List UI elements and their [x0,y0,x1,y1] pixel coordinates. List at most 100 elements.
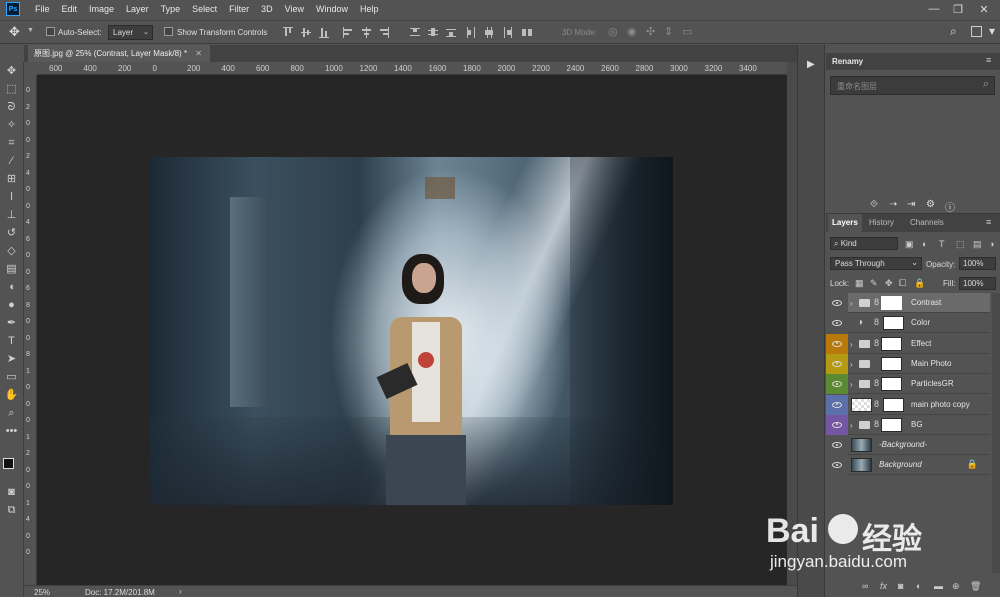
document-tab[interactable]: 原图.jpg @ 25% (Contrast, Layer Mask/8) * … [28,45,210,62]
close-tab-icon[interactable]: ✕ [195,49,202,58]
align-vcenter-icon[interactable] [301,27,311,38]
gradient-tool-icon[interactable]: ▤ [4,263,19,276]
menu-window[interactable]: Window [310,4,354,14]
filter-pixel-icon[interactable]: ▣ [905,239,914,250]
play-icon[interactable]: ▶ [807,59,815,70]
3d-orbit-icon[interactable]: ◎ [608,25,618,38]
align-hcenter-icon[interactable] [361,27,371,38]
layer-mask-thumbnail[interactable] [883,397,904,412]
close-button[interactable]: ✕ [972,0,996,18]
rename-input[interactable]: 重命名图层 ⌕ [830,76,995,95]
trash-icon[interactable]: 🗑 [970,581,981,592]
history-brush-icon[interactable]: ↺ [4,227,19,240]
menu-help[interactable]: Help [354,4,385,14]
layer-thumbnail[interactable] [851,438,872,453]
zoom-tool-icon[interactable]: ⌕ [4,407,19,420]
menu-file[interactable]: File [29,4,56,14]
distribute-bottom-icon[interactable] [446,27,456,38]
crop-tool-icon[interactable]: ⌗ [4,137,19,150]
visibility-eye-icon[interactable] [826,353,848,374]
marquee-tool-icon[interactable]: ⬚ [4,83,19,96]
arrow-in-icon[interactable]: ⇥ [907,199,915,210]
expand-arrow-icon[interactable]: › [850,360,853,369]
fill-input[interactable]: 100% [959,277,996,290]
layer-row[interactable]: › 8 Contrast [826,293,990,313]
magic-wand-icon[interactable]: ✧ [4,119,19,132]
visibility-eye-icon[interactable] [826,394,848,415]
lock-transparent-icon[interactable]: ▦ [855,278,864,289]
restore-button[interactable]: ❐ [946,0,970,18]
filter-toggle-icon[interactable]: ◑ [989,239,994,249]
eraser-icon[interactable]: ◇ [4,245,19,258]
lasso-tool-icon[interactable]: ᘐ [4,101,19,114]
layer-mask-thumbnail[interactable] [881,296,902,310]
menu-select[interactable]: Select [186,4,223,14]
rectangle-tool-icon[interactable]: ▭ [4,371,19,384]
canvas-area[interactable] [37,75,797,585]
search-icon[interactable]: ⌕ [950,24,957,39]
filter-smart-icon[interactable]: ▤ [973,239,982,250]
menu-edit[interactable]: Edit [56,4,84,14]
visibility-eye-icon[interactable] [826,333,848,354]
layer-row[interactable]: Background 🔒 [826,455,990,476]
3d-slide-icon[interactable]: ⇕ [664,25,673,38]
tab-layers[interactable]: Layers [828,214,862,232]
3d-roll-icon[interactable]: ◉ [627,25,637,38]
vertical-scrollbar[interactable] [787,62,797,585]
expand-arrow-icon[interactable]: › [850,421,853,430]
filter-type-icon[interactable]: T [939,239,945,249]
layer-mask-thumbnail[interactable] [881,336,902,351]
distribute-right-icon[interactable] [502,27,512,38]
tab-history[interactable]: History [865,214,898,232]
layer-mask-thumbnail[interactable] [883,316,904,331]
align-top-icon[interactable] [283,27,293,38]
panel-menu-icon[interactable]: ≡ [986,217,991,227]
gear-icon[interactable]: ⚙ [926,199,935,210]
tab-channels[interactable]: Channels [906,214,948,232]
more-tools-icon[interactable]: ••• [4,425,19,438]
layer-row[interactable]: 8 main photo copy [826,394,990,415]
visibility-eye-icon[interactable] [826,455,848,476]
distribute-vcenter-icon[interactable] [428,27,438,38]
expand-arrow-icon[interactable]: › [850,299,853,308]
menu-filter[interactable]: Filter [223,4,255,14]
opacity-input[interactable]: 100% [959,257,996,270]
auto-align-icon[interactable] [522,27,532,38]
layer-row[interactable]: -Background- [826,435,990,456]
visibility-eye-icon[interactable] [826,293,848,313]
panel-menu-icon[interactable]: ≡ [986,55,991,65]
layer-row[interactable]: › Main Photo [826,353,990,374]
kind-filter-dropdown[interactable]: ⌕ Kind [830,237,898,250]
pen-tool-icon[interactable]: ✒ [4,317,19,330]
brush-tool-icon[interactable]: ǀ [4,191,19,204]
zoom-level[interactable]: 25% [34,588,50,597]
auto-select-dropdown[interactable]: Layer ⌄ [108,25,153,40]
blend-mode-dropdown[interactable]: Pass Through ⌄ [830,257,922,270]
layer-thumbnail[interactable] [851,397,872,412]
move-tool-icon[interactable]: ✥ [4,65,19,78]
screen-mode-icon[interactable]: ⧉ [4,504,19,517]
clone-stamp-icon[interactable]: ⊥ [4,209,19,222]
path-select-icon[interactable]: ➤ [4,353,19,366]
menu-3d[interactable]: 3D [255,4,279,14]
chevron-right-icon[interactable]: › [179,587,182,596]
share-icon[interactable]: ▾ [989,24,995,38]
lock-all-icon[interactable]: 🔒 [914,278,925,289]
3d-pan-icon[interactable]: ✣ [646,25,655,38]
layer-mask-thumbnail[interactable] [881,417,902,432]
menu-type[interactable]: Type [155,4,187,14]
visibility-eye-icon[interactable] [826,374,848,395]
layer-row[interactable]: ◑ 8 Color [826,313,990,334]
layer-row[interactable]: › 8 BG [826,414,990,435]
layer-mask-thumbnail[interactable] [881,377,902,392]
hand-tool-icon[interactable]: ✋ [4,389,19,402]
expand-arrow-icon[interactable]: › [850,340,853,349]
move-tool-icon[interactable]: ✥ [9,24,20,40]
minimize-button[interactable]: — [922,0,946,18]
layer-thumbnail[interactable] [851,458,872,473]
type-tool-icon[interactable]: T [4,335,19,348]
expand-arrow-icon[interactable]: › [850,380,853,389]
arrow-right-icon[interactable]: ➝ [889,199,897,210]
filter-shape-icon[interactable]: ⬚ [956,239,965,250]
align-right-icon[interactable] [379,27,389,38]
